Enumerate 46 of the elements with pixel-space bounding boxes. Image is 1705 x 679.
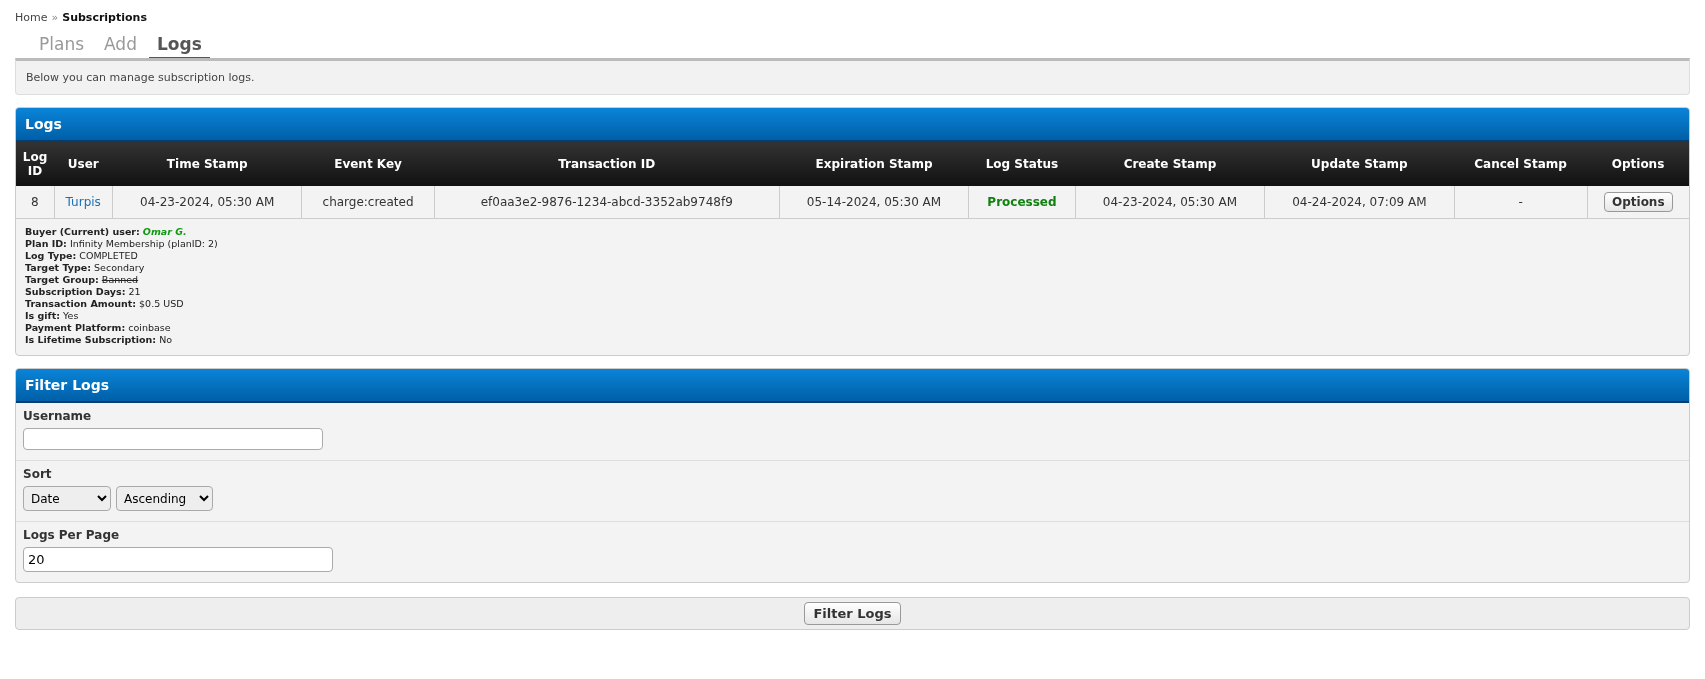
column-header: Time Stamp [112,142,302,186]
logs-per-page-input[interactable]: 20 [23,547,333,572]
user-link[interactable]: Turpis [65,195,101,209]
breadcrumb-separator: » [51,11,59,24]
detail-line: Subscription Days: 21 [25,286,142,298]
panel-title: Logs [16,108,1689,142]
table-cell: - [1454,186,1588,219]
detail-line: Payment Platform: coinbase [25,322,172,334]
breadcrumb-link[interactable]: Home [15,11,48,24]
column-header: Options [1587,142,1689,186]
sort-field-select[interactable]: Date [23,486,111,511]
table-cell: 04-23-2024, 05:30 AM [1075,186,1265,219]
detail-line: Target Type: Secondary [25,262,146,274]
field-label: Username [23,409,93,423]
detail-line: Log Type: COMPLETED [25,250,139,262]
panel-title: Filter Logs [16,369,1689,403]
table-cell: ef0aa3e2-9876-1234-abcd-3352ab9748f9 [434,186,780,219]
table-cell: 05-14-2024, 05:30 AM [779,186,969,219]
field-label: Sort [23,467,53,481]
detail-line: Plan ID: Infinity Membership (planID: 2) [25,238,219,250]
column-header: Event Key [301,142,435,186]
username-input[interactable] [23,428,323,450]
intro-text: Below you can manage subscription logs. [15,58,1690,95]
column-header: Log ID [16,142,54,186]
table-cell: 8 [16,186,54,219]
breadcrumb-current: Subscriptions [62,11,147,24]
detail-line: Transaction Amount: $0.5 USD [25,298,185,310]
column-header: Update Stamp [1264,142,1455,186]
detail-line: Buyer (Current) user: Omar G. [25,226,188,238]
detail-line: Target Group: Banned [25,274,140,286]
detail-line: Is gift: Yes [25,310,80,322]
table-cell: 04-23-2024, 05:30 AM [112,186,302,219]
field-label: Logs Per Page [23,528,121,542]
column-header: Log Status [968,142,1076,186]
options-button[interactable]: Options [1604,192,1673,212]
table-cell: 04-24-2024, 07:09 AM [1264,186,1455,219]
column-header: Transaction ID [434,142,780,186]
column-header: User [54,142,113,186]
column-header: Cancel Stamp [1454,142,1588,186]
detail-line: Is Lifetime Subscription: No [25,334,174,346]
column-header: Create Stamp [1075,142,1265,186]
column-header: Expiration Stamp [779,142,969,186]
status-cell: Processed [968,186,1076,219]
table-cell: charge:created [301,186,435,219]
sort-order-select[interactable]: Ascending [116,486,213,511]
filter-logs-button[interactable]: Filter Logs [804,602,901,625]
